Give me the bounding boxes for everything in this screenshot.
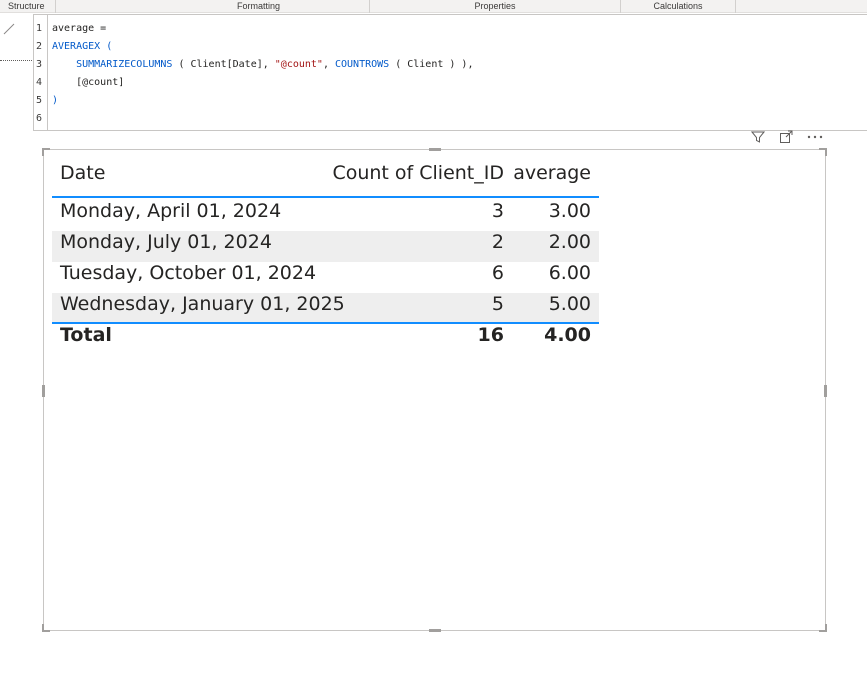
cell-count: 2 xyxy=(491,231,504,253)
dax-formula-editor[interactable]: 1 2 3 4 5 6 average = AVERAGEX ( SUMMARI… xyxy=(33,14,867,131)
ribbon-group-structure: Structure xyxy=(0,0,56,13)
total-count: 16 xyxy=(477,324,504,346)
cell-average: 3.00 xyxy=(548,200,591,222)
focus-mode-icon[interactable] xyxy=(779,130,793,144)
cell-count: 6 xyxy=(491,262,504,284)
cell-date: Monday, July 01, 2024 xyxy=(60,231,272,253)
cell-date: Tuesday, October 01, 2024 xyxy=(60,262,317,284)
code-comma: , xyxy=(322,59,335,70)
code-paren: ( xyxy=(100,41,113,52)
code-line-4: [@count] xyxy=(52,77,124,88)
dotted-separator xyxy=(0,60,34,61)
line-number: 4 xyxy=(36,77,43,88)
cell-average: 2.00 xyxy=(548,231,591,253)
more-options-icon[interactable] xyxy=(806,130,824,144)
filter-icon[interactable] xyxy=(751,130,765,144)
measure-name: average = xyxy=(52,23,107,34)
ribbon-group-formatting: Formatting xyxy=(148,0,370,13)
resize-handle-right[interactable] xyxy=(824,385,827,397)
table-total-row[interactable]: Total 16 4.00 xyxy=(52,324,599,355)
total-label: Total xyxy=(60,324,112,346)
ribbon-group-bar: Structure Formatting Properties Calculat… xyxy=(0,0,867,13)
code-close-paren: ) xyxy=(52,95,59,106)
resize-handle-bottom[interactable] xyxy=(429,629,441,632)
line-number: 3 xyxy=(36,59,43,70)
line-number: 1 xyxy=(36,23,43,34)
table-header-row: Date Count of Client_ID average xyxy=(52,150,599,198)
resize-handle-top-left[interactable] xyxy=(42,148,50,156)
column-header-average[interactable]: average xyxy=(513,150,591,198)
code-args: ( Client[Date], xyxy=(172,59,275,70)
line-number: 5 xyxy=(36,95,43,106)
cell-count: 3 xyxy=(491,200,504,222)
line-number-gutter: 1 2 3 4 5 6 xyxy=(34,15,48,130)
code-line-5: ) xyxy=(52,95,58,106)
column-header-count[interactable]: Count of Client_ID xyxy=(332,150,504,198)
code-string: "@count" xyxy=(274,59,323,70)
function-averagex: AVERAGEX xyxy=(52,41,101,52)
resize-handle-left[interactable] xyxy=(42,385,45,397)
table-visual[interactable]: Date Count of Client_ID average Monday, … xyxy=(42,148,827,632)
cell-average: 5.00 xyxy=(548,293,591,315)
code-args-2: ( Client ) ), xyxy=(389,59,474,70)
column-header-date[interactable]: Date xyxy=(60,150,105,198)
code-line-3: SUMMARIZECOLUMNS ( Client[Date], "@count… xyxy=(52,59,473,70)
ribbon-group-properties: Properties xyxy=(370,0,621,13)
function-countrows: COUNTROWS xyxy=(335,59,390,70)
code-line-1: average = xyxy=(52,23,106,34)
cell-average: 6.00 xyxy=(548,262,591,284)
line-number: 2 xyxy=(36,41,43,52)
table-row[interactable]: Tuesday, October 01, 2024 6 6.00 xyxy=(52,262,599,293)
table-row[interactable]: Monday, July 01, 2024 2 2.00 xyxy=(52,231,599,262)
line-number: 6 xyxy=(36,113,43,124)
formula-commit-area xyxy=(0,14,34,130)
table-row[interactable]: Wednesday, January 01, 2025 5 5.00 xyxy=(52,293,599,324)
cell-date: Wednesday, January 01, 2025 xyxy=(60,293,345,315)
edit-icon[interactable] xyxy=(2,22,16,36)
table-row[interactable]: Monday, April 01, 2024 3 3.00 xyxy=(52,200,599,231)
resize-handle-bottom-left[interactable] xyxy=(42,624,50,632)
code-line-2: AVERAGEX ( xyxy=(52,41,112,52)
function-summarizecolumns: SUMMARIZECOLUMNS xyxy=(76,59,173,70)
resize-handle-top-right[interactable] xyxy=(819,148,827,156)
cell-date: Monday, April 01, 2024 xyxy=(60,200,282,222)
cell-count: 5 xyxy=(491,293,504,315)
resize-handle-bottom-right[interactable] xyxy=(819,624,827,632)
code-column-ref: [@count] xyxy=(76,77,125,88)
total-average: 4.00 xyxy=(544,324,591,346)
ribbon-group-calculations: Calculations xyxy=(621,0,736,13)
data-table: Date Count of Client_ID average Monday, … xyxy=(52,150,599,355)
